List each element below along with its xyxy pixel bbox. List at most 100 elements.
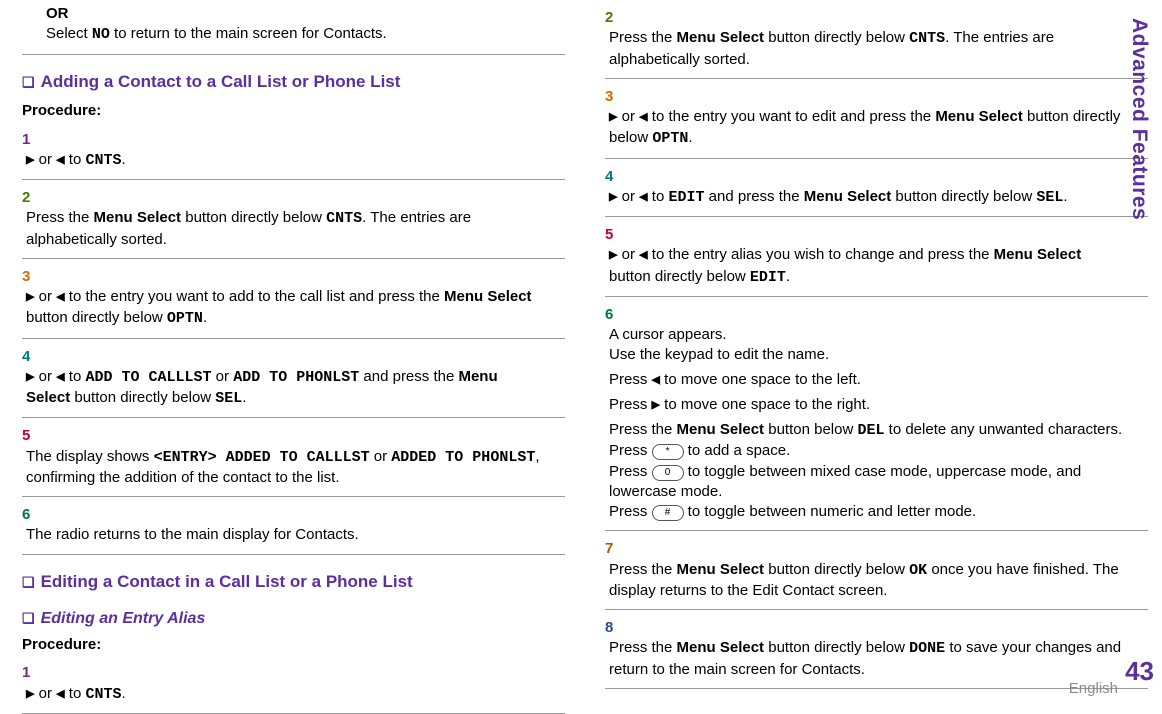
- separator: [605, 530, 1148, 531]
- menu-select-label: Menu Select: [677, 29, 765, 46]
- t: Press: [609, 463, 652, 480]
- left-arrow-icon: [56, 289, 64, 306]
- del-code: DEL: [857, 422, 884, 439]
- step-5: 5 The display shows <ENTRY> ADDED TO CAL…: [22, 426, 565, 488]
- separator: [22, 496, 565, 497]
- menu-select-label: Menu Select: [935, 108, 1023, 125]
- step-5-body: The display shows <ENTRY> ADDED TO CALLL…: [26, 447, 543, 489]
- separator: [22, 554, 565, 555]
- separator: [22, 179, 565, 180]
- heading-add-contact: ❏Adding a Contact to a Call List or Phon…: [22, 71, 565, 94]
- heading-edit-alias: ❏ Editing an Entry Alias: [22, 608, 565, 630]
- optn-code: OPTN: [167, 310, 203, 327]
- t: to delete any unwanted characters.: [884, 421, 1122, 438]
- left-arrow-icon: [56, 369, 64, 386]
- hash-key-icon: #: [652, 505, 684, 521]
- t: to: [648, 188, 669, 205]
- t: button directly below: [764, 639, 909, 656]
- entry-added-code: <ENTRY> ADDED TO CALLLST: [154, 449, 370, 466]
- menu-select-label: Menu Select: [804, 188, 892, 205]
- t: to add a space.: [684, 442, 791, 459]
- zero-key-icon: 0: [652, 465, 684, 481]
- right-arrow-icon: [652, 397, 660, 414]
- r-step-4-body: or to EDIT and press the Menu Select but…: [609, 187, 1126, 208]
- r-step-3: 3 or to the entry you want to edit and p…: [605, 87, 1148, 150]
- done-code: DONE: [909, 640, 945, 657]
- or-block: OR Select NO to return to the main scree…: [46, 4, 565, 46]
- t: Press: [609, 442, 652, 459]
- menu-select-label: Menu Select: [677, 639, 765, 656]
- separator: [22, 258, 565, 259]
- right-arrow-icon: [26, 686, 34, 703]
- b-step-1-body: or to CNTS.: [26, 684, 543, 705]
- t: to move one space to the right.: [660, 396, 870, 413]
- ok-code: OK: [909, 562, 927, 579]
- page: OR Select NO to return to the main scree…: [0, 0, 1162, 699]
- heading-edit-contact: ❏Editing a Contact in a Call List or a P…: [22, 571, 565, 594]
- t: .: [242, 389, 246, 406]
- t: button directly below: [26, 309, 167, 326]
- step-3-body: or to the entry you want to add to the c…: [26, 287, 543, 330]
- r-step-7: 7 Press the Menu Select button directly …: [605, 539, 1148, 601]
- t: button directly below: [70, 389, 215, 406]
- heading-edit-text: Editing a Contact in a Call List or a Ph…: [41, 572, 413, 591]
- separator: [605, 158, 1148, 159]
- step-2-body: Press the Menu Select button directly be…: [26, 208, 543, 250]
- left-arrow-icon: [652, 372, 660, 389]
- step-number-4: 4: [22, 347, 40, 367]
- t: .: [122, 151, 126, 168]
- step-4: 4 or to ADD TO CALLLST or ADD TO PHONLST…: [22, 347, 565, 410]
- section-title-vertical: Advanced Features: [1125, 18, 1153, 220]
- left-arrow-icon: [639, 247, 647, 264]
- step-number-5: 5: [22, 426, 40, 446]
- t: The display shows: [26, 448, 154, 465]
- r-step-8-body: Press the Menu Select button directly be…: [609, 638, 1126, 680]
- r-step-4: 4 or to EDIT and press the Menu Select b…: [605, 167, 1148, 209]
- side-panel: Advanced Features 43: [1122, 10, 1156, 689]
- separator: [605, 609, 1148, 610]
- left-arrow-icon: [639, 109, 647, 126]
- t: button directly below: [764, 29, 909, 46]
- t: or: [617, 246, 639, 263]
- t: or: [617, 108, 639, 125]
- t: Press the: [609, 639, 677, 656]
- t: and press the: [359, 368, 458, 385]
- t: button directly below: [764, 561, 909, 578]
- add-phonlist-code: ADD TO PHONLST: [233, 369, 359, 386]
- t: to toggle between numeric and letter mod…: [684, 503, 977, 520]
- t: Press the: [609, 561, 677, 578]
- t: button below: [764, 421, 857, 438]
- t: and press the: [705, 188, 804, 205]
- r-step-5: 5 or to the entry alias you wish to chan…: [605, 225, 1148, 288]
- right-column: 2 Press the Menu Select button directly …: [605, 0, 1148, 699]
- menu-select-label: Menu Select: [677, 561, 765, 578]
- menu-select-label: Menu Select: [444, 288, 532, 305]
- bookmark-icon: ❏: [22, 610, 35, 626]
- t: .: [786, 268, 790, 285]
- cnts-code: CNTS: [85, 152, 121, 169]
- t: button directly below: [181, 209, 326, 226]
- t: .: [203, 309, 207, 326]
- t: .: [688, 129, 692, 146]
- or-line-1: Select: [46, 25, 92, 42]
- t: to move one space to the left.: [660, 371, 861, 388]
- or-line-2: to return to the main screen for Contact…: [110, 25, 387, 42]
- add-calllist-code: ADD TO CALLLST: [85, 369, 211, 386]
- step-2: 2 Press the Menu Select button directly …: [22, 188, 565, 250]
- step-6-body: The radio returns to the main display fo…: [26, 525, 543, 545]
- separator: [605, 296, 1148, 297]
- t: Press: [609, 396, 652, 413]
- language-label: English: [1069, 679, 1118, 699]
- step-number-2: 2: [605, 8, 623, 28]
- edit-code: EDIT: [750, 269, 786, 286]
- r-step-5-body: or to the entry alias you wish to change…: [609, 245, 1126, 288]
- cnts-code: CNTS: [909, 30, 945, 47]
- procedure-label: Procedure:: [22, 101, 565, 121]
- heading-alias-text: Editing an Entry Alias: [41, 610, 206, 627]
- separator: [605, 216, 1148, 217]
- step-number-1: 1: [22, 130, 40, 150]
- t: to the entry alias you wish to change an…: [648, 246, 994, 263]
- left-column: OR Select NO to return to the main scree…: [22, 0, 605, 699]
- t: or: [212, 368, 234, 385]
- page-number: 43: [1125, 654, 1154, 689]
